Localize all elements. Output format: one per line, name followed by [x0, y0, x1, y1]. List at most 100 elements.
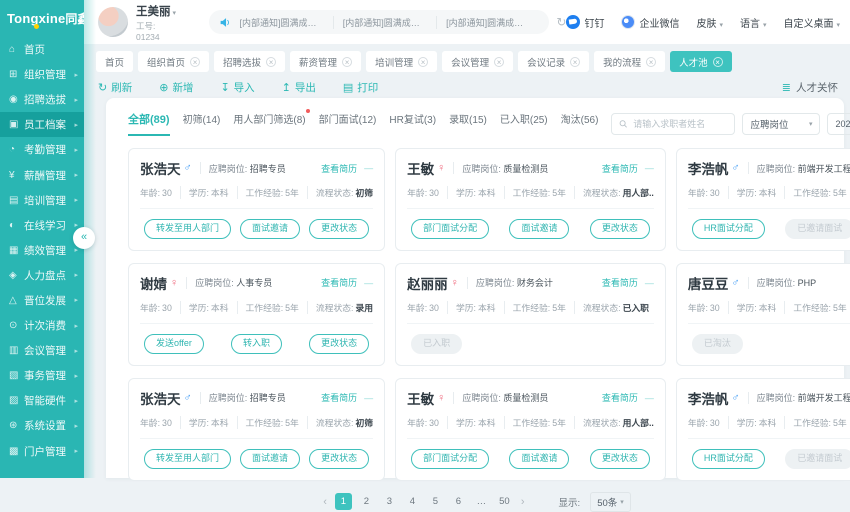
close-tab-icon[interactable] — [494, 57, 504, 67]
card-action-button[interactable]: 转入职 — [231, 334, 282, 354]
sidebar-item[interactable]: 系统设置 — [0, 413, 84, 438]
close-tab-icon[interactable] — [342, 57, 352, 67]
page-number-button[interactable]: … — [473, 493, 490, 510]
close-tab-icon[interactable] — [418, 57, 428, 67]
collapse-card-icon[interactable] — [364, 163, 373, 173]
avatar[interactable] — [98, 7, 128, 37]
toolbar-action-button[interactable]: 新增 — [159, 80, 193, 95]
collapse-card-icon[interactable] — [364, 278, 373, 288]
sidebar-item[interactable]: 事务管理 — [0, 363, 84, 388]
card-action-button[interactable]: 面试邀请 — [240, 449, 300, 469]
card-action-button[interactable]: HR面试分配 — [692, 219, 765, 239]
page-number-button[interactable]: 5 — [427, 493, 444, 510]
user-menu[interactable]: 王美丽 工号: 01234 — [136, 1, 177, 42]
date-range-picker[interactable]: 2021-06-01至2021-06-21 — [827, 113, 850, 135]
sidebar-item[interactable]: 计次消费 — [0, 313, 84, 338]
sidebar-item[interactable]: 培训管理 — [0, 188, 84, 213]
card-action-button[interactable]: 部门面试分配 — [411, 219, 489, 239]
toolbar-action-button[interactable]: 导出 — [282, 80, 316, 95]
stage-filter-tab[interactable]: 已入职(25) — [500, 111, 548, 133]
workspace-tab[interactable]: 培训管理 — [366, 51, 437, 72]
card-action-button[interactable]: 已淘汰 — [692, 334, 743, 354]
talent-care-link[interactable]: 人才关怀 — [782, 80, 838, 95]
toolbar-action-button[interactable]: 打印 — [343, 80, 378, 95]
sidebar-item[interactable]: 晋位发展 — [0, 288, 84, 313]
collapse-card-icon[interactable] — [645, 393, 654, 403]
workspace-tab[interactable]: 我的流程 — [594, 51, 665, 72]
view-resume-link[interactable]: 查看简历 — [602, 391, 638, 404]
sidebar-collapse-button[interactable] — [73, 227, 95, 249]
stage-filter-tab[interactable]: 录取(15) — [449, 111, 487, 133]
card-action-button[interactable]: 更改状态 — [309, 449, 369, 469]
view-resume-link[interactable]: 查看简历 — [602, 162, 638, 175]
sidebar-item[interactable]: 人力盘点 — [0, 263, 84, 288]
card-action-button[interactable]: 更改状态 — [590, 449, 650, 469]
page-number-button[interactable]: 1 — [335, 493, 352, 510]
collapse-card-icon[interactable] — [645, 278, 654, 288]
sidebar-item[interactable]: 考勤管理 — [0, 137, 84, 162]
workspace-tab[interactable]: 会议记录 — [518, 51, 589, 72]
stage-filter-tab[interactable]: 淘汰(56) — [561, 111, 599, 133]
card-action-button[interactable]: 发送offer — [144, 334, 204, 354]
card-action-button[interactable]: 更改状态 — [309, 334, 369, 354]
card-action-button[interactable]: 已邀请面试 — [785, 449, 850, 469]
view-resume-link[interactable]: 查看简历 — [321, 276, 357, 289]
card-action-button[interactable]: 部门面试分配 — [411, 449, 489, 469]
sidebar-item[interactable]: 会议管理 — [0, 338, 84, 363]
card-action-button[interactable]: 更改状态 — [590, 219, 650, 239]
close-tab-icon[interactable] — [266, 57, 276, 67]
notice-item[interactable]: [内部通知]圆满成功举办某人协会员... — [239, 16, 332, 29]
sidebar-item[interactable]: 首页 — [0, 37, 84, 62]
stage-filter-tab[interactable]: 初筛(14) — [183, 111, 221, 133]
prev-page-button[interactable] — [319, 496, 331, 508]
collapse-card-icon[interactable] — [645, 163, 654, 173]
stage-filter-tab[interactable]: 全部(89) — [128, 111, 170, 136]
skin-menu[interactable]: 皮肤 — [696, 15, 723, 30]
dingtalk-link[interactable]: 钉钉 — [566, 15, 604, 30]
notice-item[interactable]: [内部通知]圆满成功举办某人协会员... — [333, 16, 436, 29]
custom-desktop-menu[interactable]: 自定义桌面 — [783, 15, 840, 30]
view-resume-link[interactable]: 查看简历 — [602, 276, 638, 289]
card-action-button[interactable]: 面试邀请 — [509, 219, 569, 239]
page-number-button[interactable]: 6 — [450, 493, 467, 510]
workspace-tab[interactable]: 薪资管理 — [290, 51, 361, 72]
sidebar-item[interactable]: 绩效管理 — [0, 238, 84, 263]
close-tab-icon[interactable] — [713, 57, 723, 67]
card-action-button[interactable]: HR面试分配 — [692, 449, 765, 469]
stage-filter-tab[interactable]: HR复试(3) — [389, 111, 436, 133]
card-action-button[interactable]: 面试邀请 — [509, 449, 569, 469]
notice-item[interactable]: [内部通知]圆满成功举办某人协会员... — [436, 16, 539, 29]
next-page-button[interactable] — [517, 496, 529, 508]
position-filter-select[interactable]: 应聘岗位 — [742, 113, 820, 135]
stage-filter-tab[interactable]: 部门面试(12) — [319, 111, 377, 133]
toolbar-action-button[interactable]: 刷新 — [98, 80, 132, 95]
card-action-button[interactable]: 更改状态 — [309, 219, 369, 239]
sidebar-item[interactable]: 薪酬管理 — [0, 162, 84, 187]
notice-refresh-icon[interactable] — [556, 15, 566, 29]
card-action-button[interactable]: 已入职 — [411, 334, 462, 354]
page-number-button[interactable]: 4 — [404, 493, 421, 510]
workspace-tab[interactable]: 组织首页 — [138, 51, 209, 72]
workspace-tab[interactable]: 首页 — [96, 51, 133, 72]
card-action-button[interactable]: 已邀请面试 — [785, 219, 850, 239]
page-number-button[interactable]: 50 — [496, 493, 513, 510]
sidebar-item[interactable]: 组织管理 — [0, 62, 84, 87]
workspace-tab[interactable]: 人才池 — [670, 51, 732, 72]
toolbar-action-button[interactable]: 导入 — [220, 80, 254, 95]
view-resume-link[interactable]: 查看简历 — [321, 391, 357, 404]
page-size-select[interactable]: 50条 — [590, 492, 631, 512]
close-tab-icon[interactable] — [570, 57, 580, 67]
card-action-button[interactable]: 转发至用人部门 — [144, 219, 231, 239]
close-tab-icon[interactable] — [646, 57, 656, 67]
wecom-link[interactable]: 企业微信 — [621, 15, 679, 30]
page-number-button[interactable]: 3 — [381, 493, 398, 510]
search-input[interactable] — [633, 119, 727, 129]
card-action-button[interactable]: 转发至用人部门 — [144, 449, 231, 469]
sidebar-item[interactable]: 智能硬件 — [0, 388, 84, 413]
close-tab-icon[interactable] — [190, 57, 200, 67]
language-menu[interactable]: 语言 — [740, 15, 767, 30]
workspace-tab[interactable]: 招聘选拔 — [214, 51, 285, 72]
sidebar-item[interactable]: 员工档案 — [0, 112, 84, 137]
collapse-card-icon[interactable] — [364, 393, 373, 403]
page-number-button[interactable]: 2 — [358, 493, 375, 510]
